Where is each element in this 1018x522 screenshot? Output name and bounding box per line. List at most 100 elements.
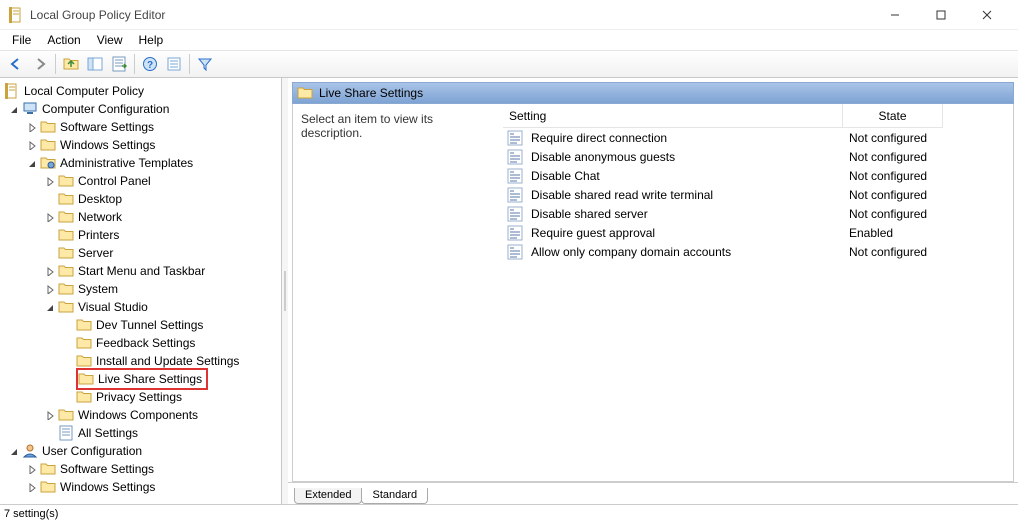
setting-row[interactable]: Disable shared read write terminal Not co…	[503, 185, 1013, 204]
tab-extended[interactable]: Extended	[294, 488, 362, 504]
menu-help[interactable]: Help	[131, 30, 172, 50]
setting-name: Disable shared server	[531, 207, 648, 221]
tree-admin-network[interactable]: Network	[0, 208, 281, 226]
status-bar: 7 setting(s)	[0, 504, 1018, 522]
nav-back-button[interactable]	[5, 53, 27, 75]
setting-row[interactable]: Allow only company domain accounts Not co…	[503, 242, 1013, 261]
setting-state: Not configured	[843, 131, 943, 145]
expand-icon[interactable]	[44, 409, 56, 421]
console-tree[interactable]: Local Computer Policy Computer Configura…	[0, 78, 282, 504]
setting-icon	[507, 130, 523, 146]
status-text: 7 setting(s)	[4, 508, 58, 520]
description-prompt: Select an item to view its description.	[301, 112, 433, 140]
expand-icon[interactable]	[26, 481, 38, 493]
expand-icon[interactable]	[44, 265, 56, 277]
tree-uc-windows[interactable]: Windows Settings	[0, 478, 281, 496]
settings-list[interactable]: Setting State Require direct connection N…	[503, 104, 1013, 481]
tree-uc-software[interactable]: Software Settings	[0, 460, 281, 478]
tree-vs-liveshare[interactable]: Live Share Settings	[0, 370, 281, 388]
tab-standard[interactable]: Standard	[361, 488, 428, 504]
menu-view[interactable]: View	[89, 30, 131, 50]
detail-title: Live Share Settings	[319, 86, 423, 100]
view-tabs: Extended Standard	[288, 482, 1018, 504]
horizontal-scrollbar[interactable]	[503, 465, 1013, 481]
setting-icon	[507, 225, 523, 241]
toolbar: ?	[0, 50, 1018, 78]
detail-header: Live Share Settings	[292, 82, 1014, 104]
tree-admin-server[interactable]: Server	[0, 244, 281, 262]
expand-icon[interactable]	[44, 175, 56, 187]
setting-state: Not configured	[843, 245, 943, 259]
setting-state: Not configured	[843, 150, 943, 164]
description-panel: Select an item to view its description.	[293, 104, 503, 481]
setting-name: Disable shared read write terminal	[531, 188, 713, 202]
expand-icon[interactable]	[44, 211, 56, 223]
tree-admin-printers[interactable]: Printers	[0, 226, 281, 244]
setting-name: Disable anonymous guests	[531, 150, 675, 164]
setting-icon	[507, 168, 523, 184]
expand-icon[interactable]	[8, 103, 20, 115]
tree-vs-privacy[interactable]: Privacy Settings	[0, 388, 281, 406]
tree-admin-startmenu[interactable]: Start Menu and Taskbar	[0, 262, 281, 280]
setting-row[interactable]: Disable shared server Not configured	[503, 204, 1013, 223]
setting-name: Allow only company domain accounts	[531, 245, 731, 259]
window-title: Local Group Policy Editor	[30, 8, 165, 22]
up-level-button[interactable]	[60, 53, 82, 75]
setting-row[interactable]: Disable anonymous guests Not configured	[503, 147, 1013, 166]
setting-name: Require direct connection	[531, 131, 667, 145]
tree-admin-wincomponents[interactable]: Windows Components	[0, 406, 281, 424]
col-header-setting[interactable]: Setting	[503, 104, 843, 128]
tree-user-configuration[interactable]: User Configuration	[0, 442, 281, 460]
setting-state: Not configured	[843, 207, 943, 221]
maximize-button[interactable]	[918, 0, 964, 30]
expand-icon[interactable]	[44, 283, 56, 295]
setting-state: Not configured	[843, 188, 943, 202]
menu-file[interactable]: File	[4, 30, 39, 50]
list-header: Setting State	[503, 104, 1013, 128]
tree-admin-system[interactable]: System	[0, 280, 281, 298]
setting-row[interactable]: Require guest approval Enabled	[503, 223, 1013, 242]
tree-vs-feedback[interactable]: Feedback Settings	[0, 334, 281, 352]
show-hide-tree-button[interactable]	[84, 53, 106, 75]
nav-forward-button[interactable]	[29, 53, 51, 75]
expand-icon[interactable]	[44, 301, 56, 313]
expand-icon[interactable]	[26, 121, 38, 133]
help-button[interactable]: ?	[139, 53, 161, 75]
expand-icon[interactable]	[26, 139, 38, 151]
app-icon	[8, 7, 24, 23]
properties-button[interactable]	[163, 53, 185, 75]
setting-state: Enabled	[843, 226, 943, 240]
tree-admin-allsettings[interactable]: All Settings	[0, 424, 281, 442]
setting-icon	[507, 206, 523, 222]
setting-row[interactable]: Disable Chat Not configured	[503, 166, 1013, 185]
setting-icon	[507, 187, 523, 203]
minimize-button[interactable]	[872, 0, 918, 30]
setting-icon	[507, 244, 523, 260]
tree-admin-control-panel[interactable]: Control Panel	[0, 172, 281, 190]
expand-icon[interactable]	[26, 157, 38, 169]
window-titlebar: Local Group Policy Editor	[0, 0, 1018, 30]
tree-vs-devtunnel[interactable]: Dev Tunnel Settings	[0, 316, 281, 334]
export-list-button[interactable]	[108, 53, 130, 75]
setting-name: Require guest approval	[531, 226, 655, 240]
setting-icon	[507, 149, 523, 165]
tree-root[interactable]: Local Computer Policy	[0, 82, 281, 100]
tree-admin-desktop[interactable]: Desktop	[0, 190, 281, 208]
setting-name: Disable Chat	[531, 169, 600, 183]
setting-state: Not configured	[843, 169, 943, 183]
setting-row[interactable]: Require direct connection Not configured	[503, 128, 1013, 147]
menu-bar: File Action View Help	[0, 30, 1018, 50]
tree-cc-admin-templates[interactable]: Administrative Templates	[0, 154, 281, 172]
folder-icon	[297, 85, 313, 101]
filter-button[interactable]	[194, 53, 216, 75]
tree-admin-visual-studio[interactable]: Visual Studio	[0, 298, 281, 316]
col-header-state[interactable]: State	[843, 104, 943, 128]
tree-cc-windows[interactable]: Windows Settings	[0, 136, 281, 154]
expand-icon[interactable]	[26, 463, 38, 475]
tree-cc-software[interactable]: Software Settings	[0, 118, 281, 136]
close-button[interactable]	[964, 0, 1010, 30]
svg-text:?: ?	[147, 60, 153, 71]
menu-action[interactable]: Action	[39, 30, 88, 50]
tree-computer-configuration[interactable]: Computer Configuration	[0, 100, 281, 118]
expand-icon[interactable]	[8, 445, 20, 457]
